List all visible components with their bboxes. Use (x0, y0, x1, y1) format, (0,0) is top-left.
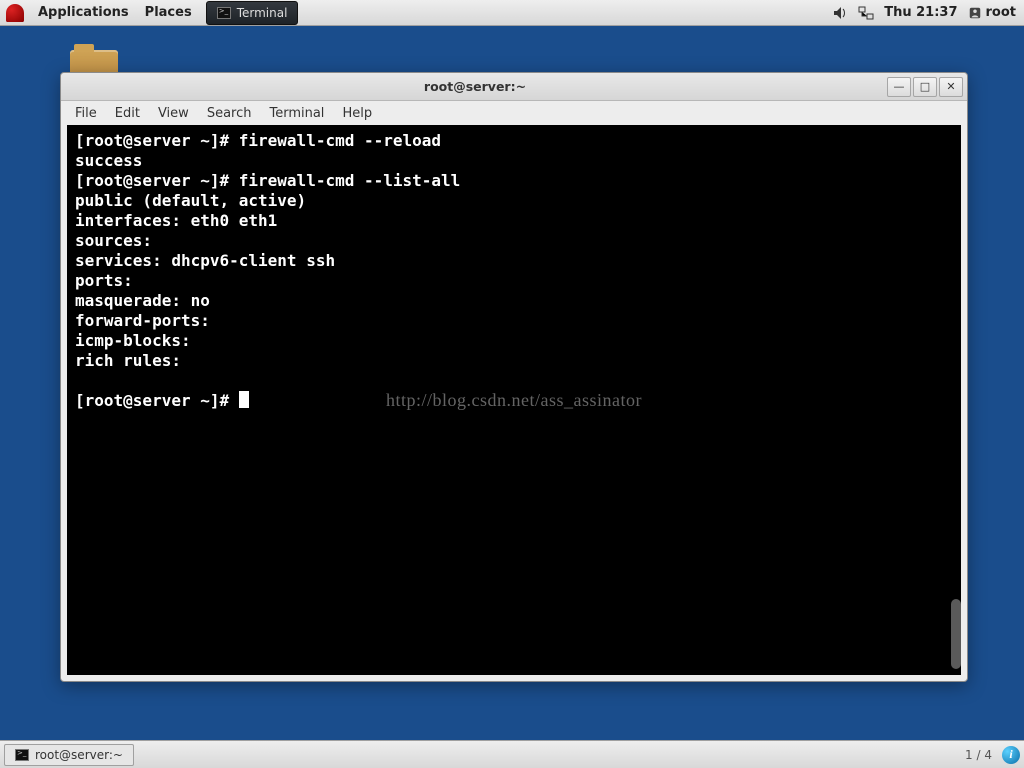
user-label: root (986, 5, 1017, 20)
terminal-window: root@server:~ — □ ✕ File Edit View Searc… (60, 72, 968, 682)
network-icon[interactable] (858, 5, 874, 21)
menu-edit[interactable]: Edit (107, 104, 148, 123)
terminal-line: sources: (75, 231, 953, 251)
terminal-line (75, 371, 953, 391)
bottom-task-label: root@server:~ (35, 748, 123, 762)
bottom-panel: root@server:~ 1 / 4 i (0, 740, 1024, 768)
terminal-output[interactable]: [root@server ~]# firewall-cmd --reloadsu… (67, 125, 961, 675)
distro-hat-icon (6, 4, 24, 22)
menu-terminal[interactable]: Terminal (261, 104, 332, 123)
menubar: File Edit View Search Terminal Help (61, 101, 967, 125)
menu-file[interactable]: File (67, 104, 105, 123)
applications-menu[interactable]: Applications (30, 5, 137, 20)
top-task-label: Terminal (237, 6, 288, 20)
volume-icon[interactable] (832, 5, 848, 21)
close-button[interactable]: ✕ (939, 77, 963, 97)
terminal-icon (217, 7, 231, 19)
terminal-line: [root@server ~]# (75, 391, 953, 411)
terminal-line: public (default, active) (75, 191, 953, 211)
terminal-line: masquerade: no (75, 291, 953, 311)
top-panel: Applications Places Terminal Thu 21:37 r… (0, 0, 1024, 26)
user-menu[interactable]: root (968, 5, 1017, 20)
scrollbar-thumb[interactable] (951, 599, 961, 669)
clock[interactable]: Thu 21:37 (884, 5, 957, 20)
terminal-line: ports: (75, 271, 953, 291)
workspace-indicator[interactable]: 1 / 4 (965, 748, 992, 762)
maximize-button[interactable]: □ (913, 77, 937, 97)
menu-help[interactable]: Help (334, 104, 380, 123)
titlebar[interactable]: root@server:~ — □ ✕ (61, 73, 967, 101)
terminal-line: rich rules: (75, 351, 953, 371)
terminal-line: [root@server ~]# firewall-cmd --list-all (75, 171, 953, 191)
bottom-task-terminal[interactable]: root@server:~ (4, 744, 134, 766)
terminal-line: success (75, 151, 953, 171)
window-title: root@server:~ (65, 79, 885, 94)
terminal-icon (15, 749, 29, 761)
terminal-line: interfaces: eth0 eth1 (75, 211, 953, 231)
notification-icon[interactable]: i (1002, 746, 1020, 764)
menu-search[interactable]: Search (199, 104, 260, 123)
cursor (239, 391, 249, 408)
top-task-terminal[interactable]: Terminal (206, 1, 299, 25)
minimize-button[interactable]: — (887, 77, 911, 97)
terminal-line: [root@server ~]# firewall-cmd --reload (75, 131, 953, 151)
terminal-line: forward-ports: (75, 311, 953, 331)
menu-view[interactable]: View (150, 104, 197, 123)
terminal-line: services: dhcpv6-client ssh (75, 251, 953, 271)
places-menu[interactable]: Places (137, 5, 200, 20)
terminal-line: icmp-blocks: (75, 331, 953, 351)
